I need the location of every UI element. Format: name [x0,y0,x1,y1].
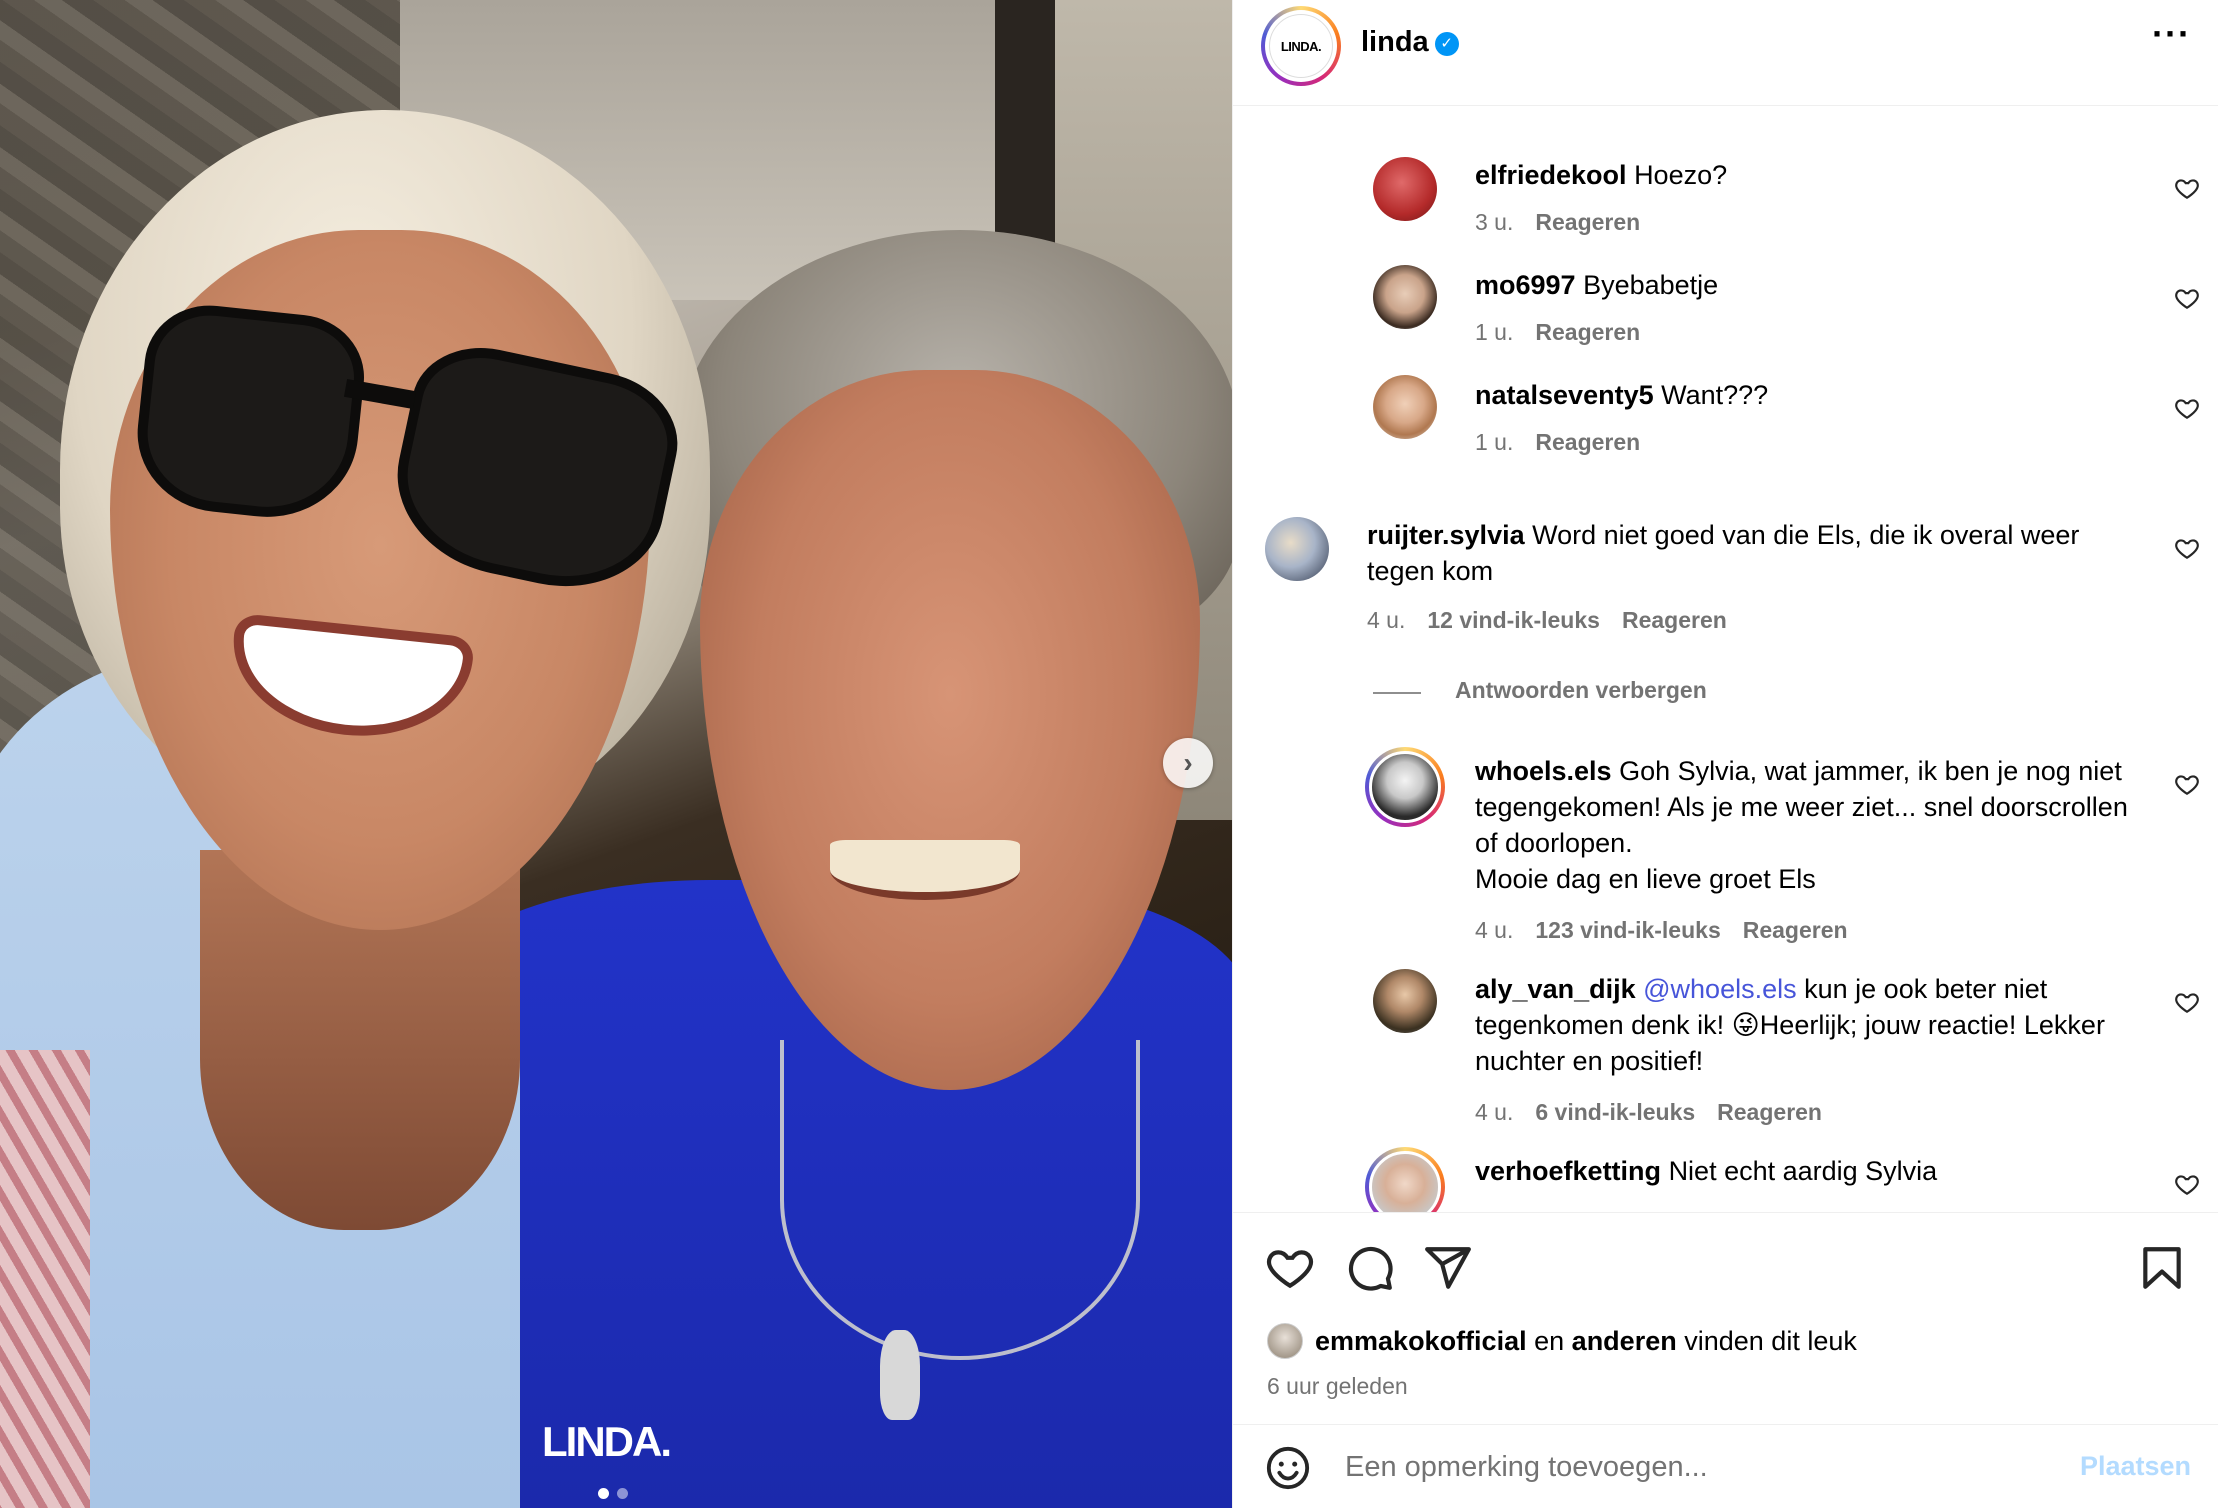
hide-replies-button[interactable]: Antwoorden verbergen [1455,677,1707,704]
bookmark-icon[interactable] [2137,1243,2187,1293]
comment-avatar[interactable] [1373,265,1437,329]
comment-username[interactable]: elfriedekool [1475,160,1627,190]
comment-like-count[interactable]: 12 vind-ik-leuks [1427,607,1600,633]
send-icon[interactable] [1423,1243,1473,1293]
comment-time[interactable]: 1 u. [1475,319,1513,345]
comment-username[interactable]: mo6997 [1475,270,1576,300]
comment-time[interactable]: 1 u. [1475,429,1513,455]
necklace-chain [780,1040,1140,1360]
comment-avatar[interactable] [1373,157,1437,221]
comment-body: Byebabetje [1583,270,1719,300]
linda-watermark: LINDA. [542,1418,672,1465]
post-actions: emmakokofficial en anderen vinden dit le… [1233,1212,2218,1420]
liker-avatar[interactable] [1267,1323,1303,1359]
necklace-pendant [880,1330,920,1420]
comment-time[interactable]: 4 u. [1475,1099,1513,1125]
comment-text: natalseventy5 Want??? [1475,377,2125,413]
slide-dot [617,1488,628,1499]
comment-like-heart-icon[interactable] [2174,175,2200,201]
comment-text: elfriedekool Hoezo? [1475,157,2125,193]
comment-body: Hoezo? [1634,160,1728,190]
comment-text: whoels.els Goh Sylvia, wat jammer, ik be… [1475,753,2135,897]
profile-avatar[interactable]: LINDA. [1261,6,1341,86]
post-timestamp[interactable]: 6 uur geleden [1267,1373,1408,1400]
comment-like-heart-icon[interactable] [2174,1171,2200,1197]
comment-body: Want??? [1661,380,1769,410]
add-comment-bar: Plaatsen [1233,1424,2218,1508]
post-sidebar: LINDA. linda ✓ ··· elfriedekool Hoezo? 3 … [1232,0,2218,1508]
comment-like-heart-icon[interactable] [2174,395,2200,421]
comment-like-heart-icon[interactable] [2174,771,2200,797]
comment-like-heart-icon[interactable] [2174,535,2200,561]
comment-like-count[interactable]: 6 vind-ik-leuks [1535,1099,1695,1125]
comment-avatar[interactable] [1365,1147,1445,1212]
more-options-icon[interactable]: ··· [2152,16,2191,52]
comment-meta: 4 u. 12 vind-ik-leuks Reageren [1367,607,1749,634]
likes-suffix: vinden dit leuk [1684,1325,1857,1356]
comment-text: mo6997 Byebabetje [1475,267,2125,303]
likes-summary: emmakokofficial en anderen vinden dit le… [1267,1323,1857,1359]
comment-body: Niet echt aardig Sylvia [1668,1156,1938,1186]
comment-text: aly_van_dijk @whoels.els kun je ook bete… [1475,971,2135,1079]
post-header: LINDA. linda ✓ ··· [1233,0,2218,106]
comment-input[interactable] [1345,1447,2045,1487]
comments-list[interactable]: elfriedekool Hoezo? 3 u. Reageren mo6997 … [1233,107,2218,1212]
comment-like-heart-icon[interactable] [2174,989,2200,1015]
comment-avatar[interactable] [1373,969,1437,1033]
profile-username[interactable]: linda [1361,26,1429,58]
comment-body-line: Mooie dag en lieve groet Els [1475,864,1816,894]
comment-meta: 1 u. Reageren [1475,319,1662,346]
comment-username[interactable]: natalseventy5 [1475,380,1654,410]
comment-username[interactable]: whoels.els [1475,756,1612,786]
comment-avatar[interactable] [1373,375,1437,439]
slide-dot-active [598,1488,609,1499]
comment-username[interactable]: aly_van_dijk [1475,974,1636,1004]
comment-username[interactable]: ruijter.sylvia [1367,520,1525,550]
comment-icon[interactable] [1345,1243,1395,1293]
comment-like-count[interactable]: 123 vind-ik-leuks [1535,917,1720,943]
comment-time[interactable]: 4 u. [1475,917,1513,943]
comment-text: verhoefketting Niet echt aardig Sylvia [1475,1153,2135,1189]
likes-connector: en [1534,1325,1565,1356]
post-comment-button[interactable]: Plaatsen [2080,1451,2191,1482]
reply-button[interactable]: Reageren [1535,429,1640,455]
reply-button[interactable]: Reageren [1535,319,1640,345]
comment-mention-link[interactable]: @whoels.els [1643,974,1796,1004]
post-image[interactable]: LINDA. › [0,0,1232,1508]
comment-meta: 3 u. Reageren [1475,209,1662,236]
chevron-right-icon: › [1183,747,1193,778]
man-smile [830,840,1020,900]
verified-badge-icon: ✓ [1434,32,1459,56]
comment-time[interactable]: 4 u. [1367,607,1405,633]
liker-username[interactable]: emmakokofficial [1315,1326,1527,1357]
comment-like-heart-icon[interactable] [2174,285,2200,311]
likes-others-link[interactable]: anderen [1572,1326,1677,1357]
patterned-tie [0,1050,90,1508]
linda-logo: LINDA. [1269,14,1333,78]
emoji-icon[interactable] [1265,1445,1311,1491]
comment-meta: 1 u. Reageren [1475,429,1662,456]
comment-time[interactable]: 3 u. [1475,209,1513,235]
comment-meta: 4 u. 6 vind-ik-leuks Reageren [1475,1099,1844,1126]
comment-meta: 4 u. 123 vind-ik-leuks Reageren [1475,917,1870,944]
comment-avatar[interactable] [1265,517,1329,581]
slide-indicator [598,1488,628,1499]
reply-button[interactable]: Reageren [1535,209,1640,235]
replies-divider [1373,692,1421,694]
heart-icon[interactable] [1265,1243,1315,1293]
reply-button[interactable]: Reageren [1717,1099,1822,1125]
reply-button[interactable]: Reageren [1743,917,1848,943]
comment-text: ruijter.sylvia Word niet goed van die El… [1367,517,2137,589]
reply-button[interactable]: Reageren [1622,607,1727,633]
comment-username[interactable]: verhoefketting [1475,1156,1661,1186]
comment-avatar[interactable] [1365,747,1445,827]
next-slide-button[interactable]: › [1163,738,1213,788]
